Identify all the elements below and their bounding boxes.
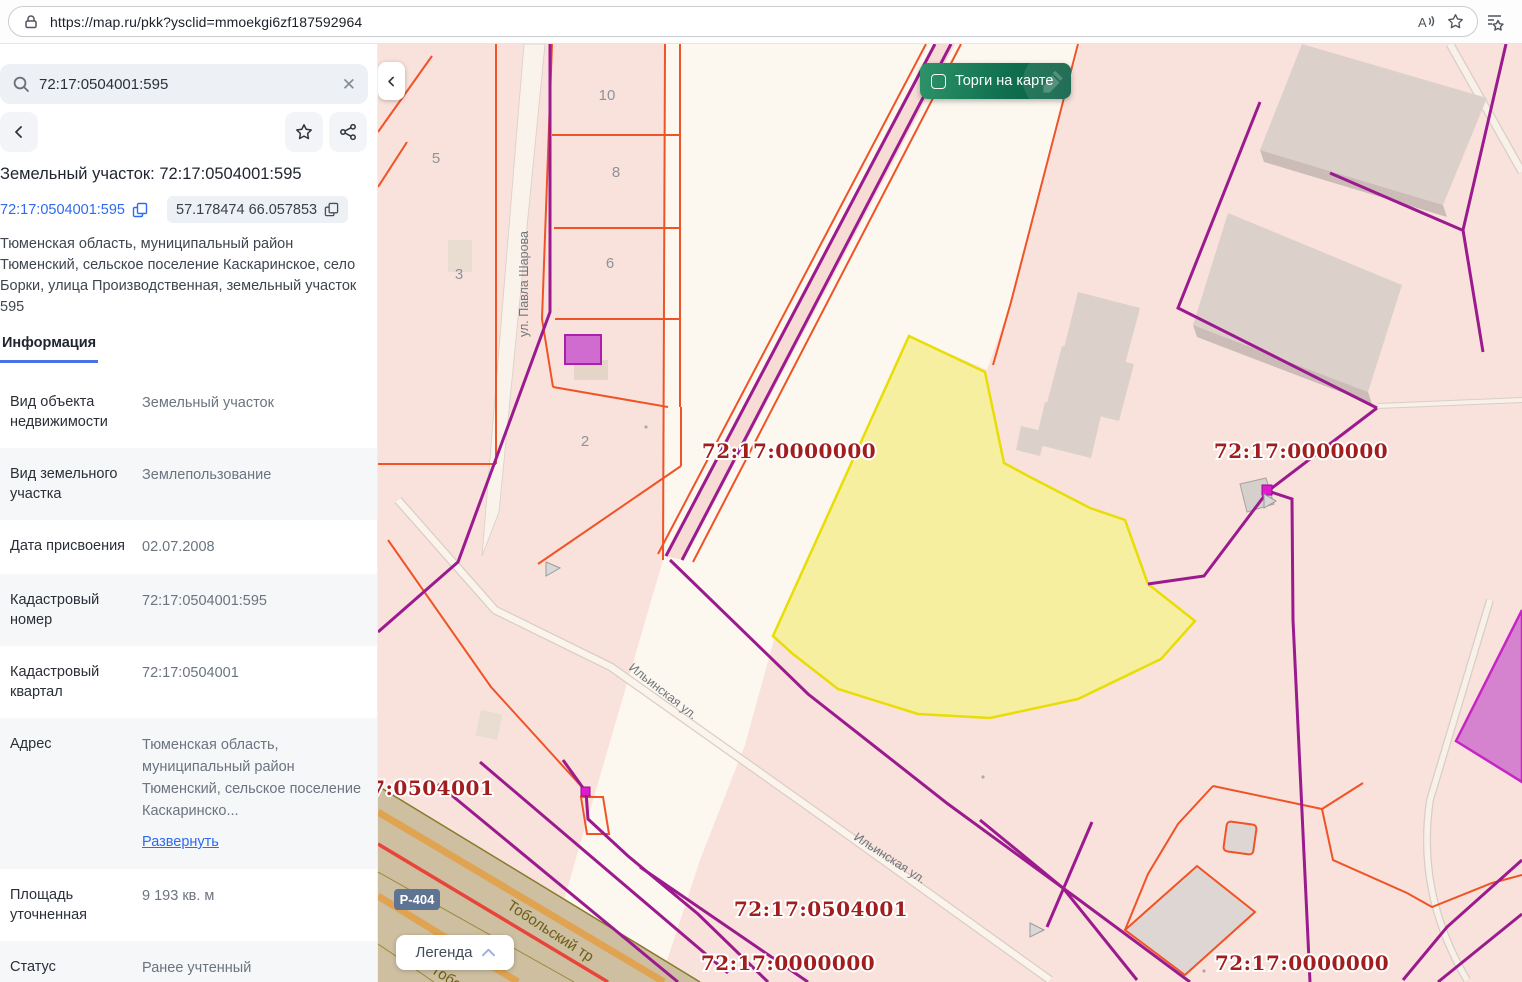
row-value: 72:17:0504001	[142, 662, 363, 702]
row-label: Дата присвоения	[10, 536, 126, 558]
favorite-button[interactable]	[285, 112, 323, 152]
share-icon	[339, 123, 357, 141]
parcel-number: 8	[612, 164, 620, 181]
quarter-label: 72:17:0000000	[1214, 439, 1388, 463]
address-truncated: Тюменская область, муниципальный район Т…	[142, 737, 361, 819]
collections-icon[interactable]	[1485, 12, 1505, 32]
search-input[interactable]	[39, 76, 333, 93]
parcel-number: 2	[581, 433, 589, 450]
table-row: Кадастровый номер 72:17:0504001:595	[0, 574, 377, 646]
info-panel: ✕ Земельный участок: 72:17:05040	[0, 44, 378, 982]
info-table: Вид объекта недвижимости Земельный участ…	[0, 376, 377, 982]
address-bar[interactable]: https://map.ru/pkk?ysclid=mmoekgi6zf1875…	[8, 6, 1478, 37]
quarter-label: 72:17:0000000	[1215, 951, 1389, 975]
copy-icon[interactable]	[132, 202, 148, 218]
table-row: Кадастровый квартал 72:17:0504001	[0, 646, 377, 718]
row-label: Адрес	[10, 734, 126, 853]
street-label: ул. Павла Шарова	[517, 231, 531, 337]
url-text[interactable]: https://map.ru/pkk?ysclid=mmoekgi6zf1875…	[50, 14, 1407, 30]
collapse-panel-button[interactable]	[378, 62, 405, 100]
coords-value: 57.178474 66.057853	[176, 202, 317, 218]
coords-chip[interactable]: 57.178474 66.057853	[167, 196, 348, 223]
expand-link[interactable]: Развернуть	[142, 831, 219, 853]
row-label: Вид земельного участка	[10, 464, 126, 504]
row-label: Кадастровый квартал	[10, 662, 126, 702]
row-value: 72:17:0504001:595	[142, 590, 363, 630]
chevron-up-icon	[482, 948, 495, 957]
search-icon	[12, 75, 30, 93]
chevron-left-icon	[385, 75, 398, 88]
row-label: Площадь уточненная	[10, 885, 126, 925]
address-summary: Тюменская область, муниципальный район Т…	[0, 234, 362, 318]
row-value: 02.07.2008	[142, 536, 363, 558]
row-label: Кадастровый номер	[10, 590, 126, 630]
row-value: Тюменская область, муниципальный район Т…	[142, 734, 363, 853]
selected-building[interactable]	[565, 335, 601, 364]
parcel-number: 10	[599, 87, 616, 104]
read-aloud-icon[interactable]: A	[1416, 12, 1436, 32]
svg-text:A: A	[1418, 15, 1427, 30]
copy-icon[interactable]	[324, 202, 339, 217]
parcel-number: 5	[432, 150, 440, 167]
quarter-label: 72:17:0504001	[378, 776, 494, 800]
row-value: Землепользование	[142, 464, 363, 504]
table-row: Адрес Тюменская область, муниципальный р…	[0, 718, 377, 869]
torgi-checkbox[interactable]	[931, 74, 946, 89]
clear-search-icon[interactable]: ✕	[342, 76, 356, 93]
row-label: Статус	[10, 957, 126, 979]
page-title: Земельный участок: 72:17:0504001:595	[0, 165, 377, 184]
table-row: Площадь уточненная 9 193 кв. м	[0, 869, 377, 941]
legend-button[interactable]: Легенда	[396, 935, 514, 970]
parcel-number: 3	[455, 266, 463, 283]
lock-icon[interactable]	[21, 12, 41, 32]
quarter-label: 72:17:0504001	[734, 897, 908, 921]
row-label: Вид объекта недвижимости	[10, 392, 126, 432]
row-value: Ранее учтенный	[142, 957, 363, 979]
parcel-id-link[interactable]: 72:17:0504001:595	[0, 202, 125, 218]
quarter-label: 72:17:0000000	[702, 439, 876, 463]
tab-information[interactable]: Информация	[0, 335, 98, 363]
table-row: Статус Ранее учтенный	[0, 941, 377, 982]
torgi-toggle[interactable]: Торги на карте	[920, 63, 1071, 99]
star-icon	[295, 123, 313, 141]
svg-text:Р-404: Р-404	[400, 892, 435, 907]
share-button[interactable]	[329, 112, 367, 152]
map-canvas[interactable]: 4	[378, 44, 1522, 982]
back-button[interactable]	[0, 112, 38, 152]
legend-label: Легенда	[415, 944, 472, 961]
parcel-number: 6	[606, 255, 614, 272]
row-value: 9 193 кв. м	[142, 885, 363, 925]
table-row: Вид земельного участка Землепользование	[0, 448, 377, 520]
road-badge: Р-404	[394, 889, 440, 910]
torgi-label: Торги на карте	[955, 73, 1053, 89]
browser-chrome: https://map.ru/pkk?ysclid=mmoekgi6zf1875…	[0, 0, 1522, 44]
row-value: Земельный участок	[142, 392, 363, 432]
node-marker	[581, 787, 590, 796]
table-row: Вид объекта недвижимости Земельный участ…	[0, 376, 377, 448]
search-box[interactable]: ✕	[0, 64, 368, 104]
quarter-label: 72:17:0000000	[701, 951, 875, 975]
chevron-left-icon	[11, 124, 27, 140]
favorite-star-icon[interactable]	[1445, 12, 1465, 32]
cadastral-map[interactable]: 4	[378, 44, 1522, 982]
table-row: Дата присвоения 02.07.2008	[0, 520, 377, 574]
